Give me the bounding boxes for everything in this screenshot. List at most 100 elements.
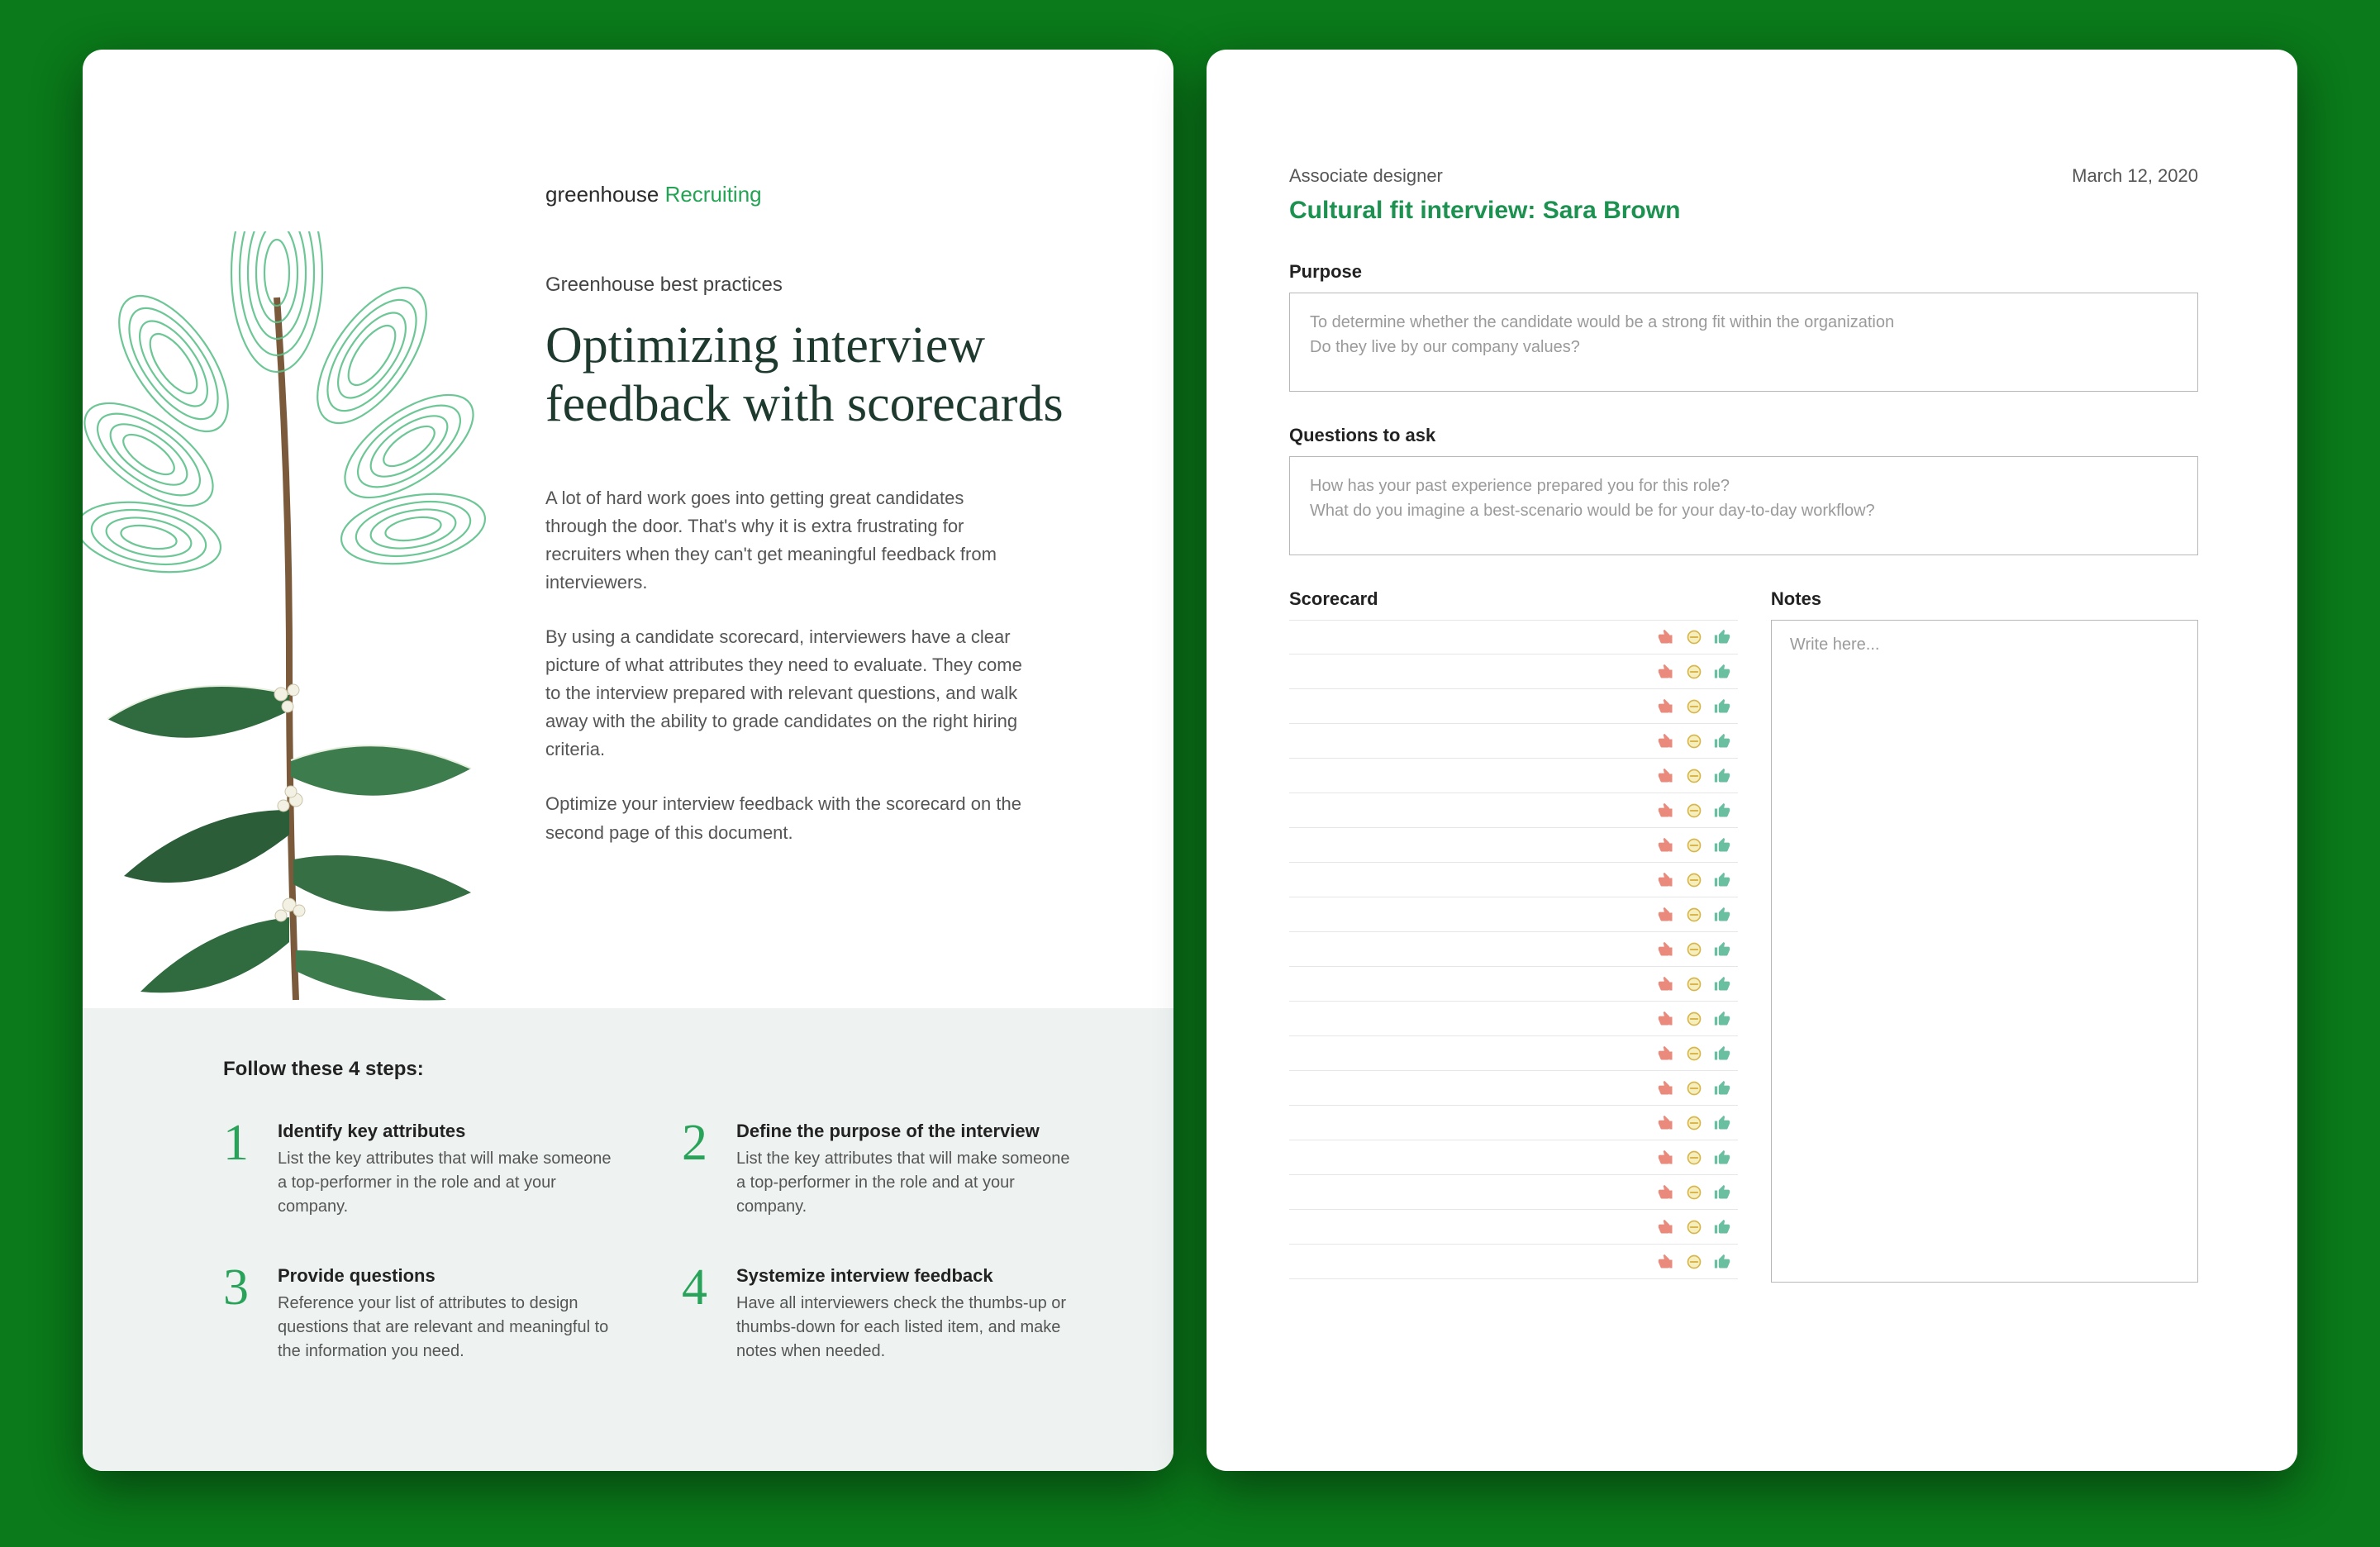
neutral-icon[interactable] [1683, 1253, 1705, 1271]
neutral-icon[interactable] [1683, 940, 1705, 959]
thumbs-up-icon[interactable] [1711, 1218, 1733, 1236]
intro-paragraph-1: A lot of hard work goes into getting gre… [545, 484, 1025, 597]
thumbs-down-icon[interactable] [1655, 697, 1677, 716]
thumbs-down-icon[interactable] [1655, 836, 1677, 854]
step-title: Provide questions [278, 1265, 616, 1287]
purpose-line: Do they live by our company values? [1310, 335, 2178, 359]
thumbs-up-icon[interactable] [1711, 906, 1733, 924]
step-number: 1 [223, 1121, 259, 1219]
scorecard-row [1289, 724, 1738, 759]
steps-heading: Follow these 4 steps: [223, 1058, 1074, 1081]
thumbs-down-icon[interactable] [1655, 732, 1677, 750]
neutral-icon[interactable] [1683, 975, 1705, 993]
thumbs-down-icon[interactable] [1655, 871, 1677, 889]
questions-line: What do you imagine a best-scenario woul… [1310, 498, 2178, 523]
thumbs-down-icon[interactable] [1655, 1253, 1677, 1271]
neutral-icon[interactable] [1683, 1114, 1705, 1132]
date-label: March 12, 2020 [2072, 165, 2198, 187]
thumbs-up-icon[interactable] [1711, 628, 1733, 646]
thumbs-up-icon[interactable] [1711, 975, 1733, 993]
thumbs-down-icon[interactable] [1655, 1183, 1677, 1202]
neutral-icon[interactable] [1683, 802, 1705, 820]
step-number: 2 [682, 1121, 718, 1219]
thumbs-up-icon[interactable] [1711, 732, 1733, 750]
thumbs-up-icon[interactable] [1711, 940, 1733, 959]
step-number: 4 [682, 1265, 718, 1364]
logo-prefix: greenhouse [545, 182, 665, 207]
thumbs-down-icon[interactable] [1655, 906, 1677, 924]
neutral-icon[interactable] [1683, 1149, 1705, 1167]
neutral-icon[interactable] [1683, 1218, 1705, 1236]
step-desc: List the key attributes that will make s… [736, 1147, 1074, 1219]
thumbs-down-icon[interactable] [1655, 975, 1677, 993]
neutral-icon[interactable] [1683, 871, 1705, 889]
thumbs-up-icon[interactable] [1711, 663, 1733, 681]
thumbs-up-icon[interactable] [1711, 1114, 1733, 1132]
thumbs-down-icon[interactable] [1655, 663, 1677, 681]
thumbs-down-icon[interactable] [1655, 802, 1677, 820]
thumbs-up-icon[interactable] [1711, 836, 1733, 854]
eyebrow: Greenhouse best practices [545, 274, 1074, 297]
thumbs-up-icon[interactable] [1711, 871, 1733, 889]
step-2: 2 Define the purpose of the interview Li… [682, 1121, 1074, 1219]
thumbs-down-icon[interactable] [1655, 628, 1677, 646]
purpose-label: Purpose [1289, 261, 2198, 283]
neutral-icon[interactable] [1683, 1079, 1705, 1097]
thumbs-up-icon[interactable] [1711, 1079, 1733, 1097]
neutral-icon[interactable] [1683, 663, 1705, 681]
page1-top: greenhouse Recruiting Greenhouse best pr… [83, 50, 1173, 1008]
thumbs-up-icon[interactable] [1711, 802, 1733, 820]
questions-box[interactable]: How has your past experience prepared yo… [1289, 456, 2198, 555]
step-4: 4 Systemize interview feedback Have all … [682, 1265, 1074, 1364]
thumbs-down-icon[interactable] [1655, 767, 1677, 785]
scorecard-row [1289, 1002, 1738, 1036]
neutral-icon[interactable] [1683, 767, 1705, 785]
intro-paragraph-2: By using a candidate scorecard, intervie… [545, 623, 1025, 764]
scorecard-row [1289, 1210, 1738, 1245]
thumbs-up-icon[interactable] [1711, 1183, 1733, 1202]
scorecard-row [1289, 1140, 1738, 1175]
thumbs-up-icon[interactable] [1711, 1253, 1733, 1271]
step-title: Systemize interview feedback [736, 1265, 1074, 1287]
document-page-2: Associate designer March 12, 2020 Cultur… [1207, 50, 2297, 1471]
thumbs-up-icon[interactable] [1711, 767, 1733, 785]
scorecard-row [1289, 1036, 1738, 1071]
thumbs-up-icon[interactable] [1711, 1149, 1733, 1167]
scorecard-row [1289, 828, 1738, 863]
step-number: 3 [223, 1265, 259, 1364]
neutral-icon[interactable] [1683, 906, 1705, 924]
thumbs-up-icon[interactable] [1711, 1045, 1733, 1063]
neutral-icon[interactable] [1683, 1010, 1705, 1028]
thumbs-down-icon[interactable] [1655, 1218, 1677, 1236]
scorecard-row [1289, 1106, 1738, 1140]
neutral-icon[interactable] [1683, 628, 1705, 646]
thumbs-down-icon[interactable] [1655, 1045, 1677, 1063]
purpose-line: To determine whether the candidate would… [1310, 310, 2178, 335]
purpose-box[interactable]: To determine whether the candidate would… [1289, 293, 2198, 392]
thumbs-down-icon[interactable] [1655, 1010, 1677, 1028]
thumbs-down-icon[interactable] [1655, 1149, 1677, 1167]
steps-panel: Follow these 4 steps: 1 Identify key att… [83, 1008, 1173, 1471]
thumbs-down-icon[interactable] [1655, 940, 1677, 959]
neutral-icon[interactable] [1683, 1045, 1705, 1063]
thumbs-down-icon[interactable] [1655, 1079, 1677, 1097]
scorecard-row [1289, 967, 1738, 1002]
scorecard-rows [1289, 620, 1738, 1279]
neutral-icon[interactable] [1683, 836, 1705, 854]
thumbs-up-icon[interactable] [1711, 1010, 1733, 1028]
notes-box[interactable]: Write here... [1771, 620, 2198, 1283]
neutral-icon[interactable] [1683, 732, 1705, 750]
step-1: 1 Identify key attributes List the key a… [223, 1121, 616, 1219]
neutral-icon[interactable] [1683, 1183, 1705, 1202]
plant-illustration [83, 231, 512, 1008]
scorecard-row [1289, 897, 1738, 932]
scorecard-row [1289, 1071, 1738, 1106]
thumbs-up-icon[interactable] [1711, 697, 1733, 716]
logo-product: Recruiting [665, 182, 762, 207]
document-page-1: greenhouse Recruiting Greenhouse best pr… [83, 50, 1173, 1471]
neutral-icon[interactable] [1683, 697, 1705, 716]
steps-grid: 1 Identify key attributes List the key a… [223, 1121, 1074, 1364]
notes-label: Notes [1771, 588, 2198, 610]
page-title: Optimizing interview feedback with score… [545, 317, 1074, 435]
thumbs-down-icon[interactable] [1655, 1114, 1677, 1132]
